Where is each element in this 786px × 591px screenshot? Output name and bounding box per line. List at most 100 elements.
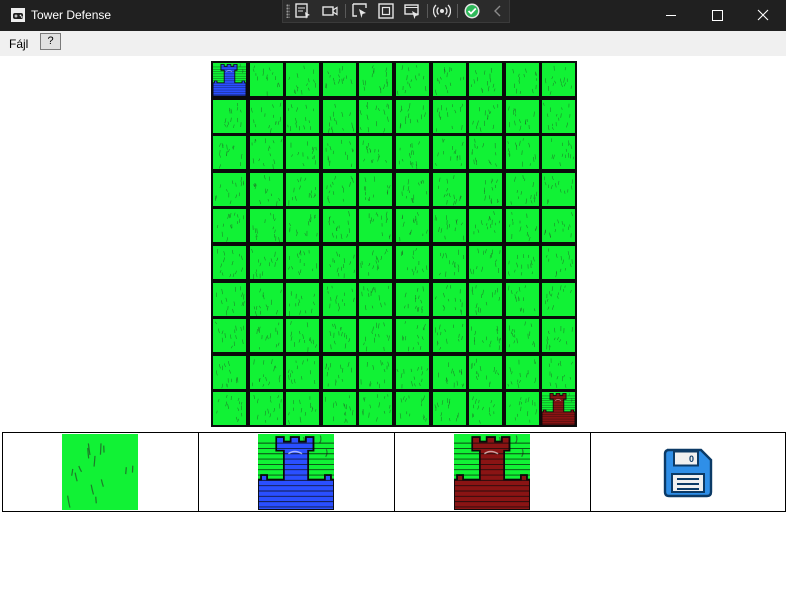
- grass-tile[interactable]: [542, 282, 576, 316]
- minimize-button[interactable]: [648, 0, 694, 31]
- grass-tile[interactable]: [249, 355, 283, 389]
- blue-tower-tile[interactable]: [213, 63, 246, 96]
- grass-tile[interactable]: [505, 282, 539, 316]
- toolbar-grip[interactable]: [286, 4, 290, 18]
- video-camera-icon[interactable]: [321, 2, 339, 20]
- grass-tile[interactable]: [432, 99, 466, 133]
- grass-tile[interactable]: [432, 355, 466, 389]
- grass-tile[interactable]: [469, 392, 503, 426]
- grass-tile[interactable]: [396, 246, 429, 279]
- grass-tile[interactable]: [505, 246, 539, 279]
- maximize-button[interactable]: [694, 0, 740, 31]
- grass-tile[interactable]: [322, 355, 356, 389]
- grass-tile[interactable]: [249, 172, 283, 206]
- grass-tile[interactable]: [432, 246, 466, 279]
- grass-tile[interactable]: [286, 99, 320, 133]
- grass-tile[interactable]: [505, 136, 539, 170]
- grass-tile[interactable]: [286, 63, 320, 96]
- grass-tile[interactable]: [249, 63, 283, 96]
- grass-tile[interactable]: [322, 282, 356, 316]
- checkmark-icon[interactable]: [463, 2, 481, 20]
- pointer-region-icon[interactable]: [351, 2, 369, 20]
- grass-tile[interactable]: [286, 282, 320, 316]
- grass-tile[interactable]: [542, 136, 576, 170]
- grass-tile[interactable]: [359, 136, 393, 170]
- grass-tile[interactable]: [322, 246, 356, 279]
- grass-tile[interactable]: [396, 63, 429, 96]
- grass-tile[interactable]: [359, 63, 393, 96]
- grass-tile[interactable]: [542, 355, 576, 389]
- grass-tile[interactable]: [542, 209, 576, 243]
- grass-tile[interactable]: [286, 136, 320, 170]
- grass-tile[interactable]: [469, 136, 503, 170]
- grass-tile[interactable]: [322, 392, 356, 426]
- grass-tile[interactable]: [359, 319, 393, 353]
- grass-tile[interactable]: [322, 172, 356, 206]
- grass-tile[interactable]: [286, 319, 320, 353]
- grass-tile[interactable]: [249, 392, 283, 426]
- grass-tile[interactable]: [542, 63, 576, 96]
- grass-tile[interactable]: [505, 63, 539, 96]
- grass-tile[interactable]: [469, 172, 503, 206]
- grass-tile[interactable]: [322, 319, 356, 353]
- live-signal-icon[interactable]: [432, 2, 452, 20]
- grass-tile[interactable]: [432, 319, 466, 353]
- grass-tile[interactable]: [542, 99, 576, 133]
- collapse-chevron-icon[interactable]: [489, 2, 507, 20]
- window-capture-icon[interactable]: [403, 2, 421, 20]
- grass-tile[interactable]: [396, 355, 429, 389]
- grass-tile[interactable]: [396, 392, 429, 426]
- grass-tile[interactable]: [505, 392, 539, 426]
- grass-tile[interactable]: [322, 63, 356, 96]
- grass-tile[interactable]: [469, 319, 503, 353]
- grass-tile[interactable]: [286, 355, 320, 389]
- grass-tile[interactable]: [396, 172, 429, 206]
- grass-tile[interactable]: [505, 99, 539, 133]
- grass-tile[interactable]: [505, 319, 539, 353]
- grass-tile[interactable]: [542, 246, 576, 279]
- grass-tile[interactable]: [322, 99, 356, 133]
- grass-tile[interactable]: [505, 172, 539, 206]
- grass-tile[interactable]: [432, 63, 466, 96]
- file-menu[interactable]: Fájl: [9, 37, 28, 51]
- grass-tile[interactable]: [359, 172, 393, 206]
- grass-tile[interactable]: [359, 392, 393, 426]
- palette-grass-button[interactable]: [2, 432, 199, 512]
- fullscreen-frame-icon[interactable]: [377, 2, 395, 20]
- grass-tile[interactable]: [469, 63, 503, 96]
- grass-tile[interactable]: [213, 355, 246, 389]
- palette-blue-tower-button[interactable]: [198, 432, 395, 512]
- grass-tile[interactable]: [213, 172, 246, 206]
- grass-tile[interactable]: [286, 246, 320, 279]
- grass-tile[interactable]: [213, 136, 246, 170]
- grass-tile[interactable]: [396, 319, 429, 353]
- grass-tile[interactable]: [286, 392, 320, 426]
- grass-tile[interactable]: [213, 246, 246, 279]
- grass-tile[interactable]: [432, 209, 466, 243]
- grass-tile[interactable]: [359, 99, 393, 133]
- grass-tile[interactable]: [249, 136, 283, 170]
- grass-tile[interactable]: [213, 319, 246, 353]
- save-button[interactable]: 0: [590, 432, 786, 512]
- grass-tile[interactable]: [286, 209, 320, 243]
- grass-tile[interactable]: [249, 99, 283, 133]
- grass-tile[interactable]: [396, 209, 429, 243]
- grass-tile[interactable]: [432, 136, 466, 170]
- grass-tile[interactable]: [505, 355, 539, 389]
- grass-tile[interactable]: [249, 282, 283, 316]
- grass-tile[interactable]: [249, 209, 283, 243]
- help-menu-button[interactable]: ?: [40, 33, 61, 50]
- grass-tile[interactable]: [469, 99, 503, 133]
- grass-tile[interactable]: [505, 209, 539, 243]
- close-button[interactable]: [740, 0, 786, 31]
- grass-tile[interactable]: [213, 209, 246, 243]
- grass-tile[interactable]: [396, 99, 429, 133]
- grass-tile[interactable]: [213, 99, 246, 133]
- grass-tile[interactable]: [359, 246, 393, 279]
- grass-tile[interactable]: [322, 136, 356, 170]
- select-window-icon[interactable]: [294, 2, 312, 20]
- grass-tile[interactable]: [359, 209, 393, 243]
- red-tower-tile[interactable]: [542, 392, 576, 426]
- grass-tile[interactable]: [322, 209, 356, 243]
- palette-red-tower-button[interactable]: [394, 432, 591, 512]
